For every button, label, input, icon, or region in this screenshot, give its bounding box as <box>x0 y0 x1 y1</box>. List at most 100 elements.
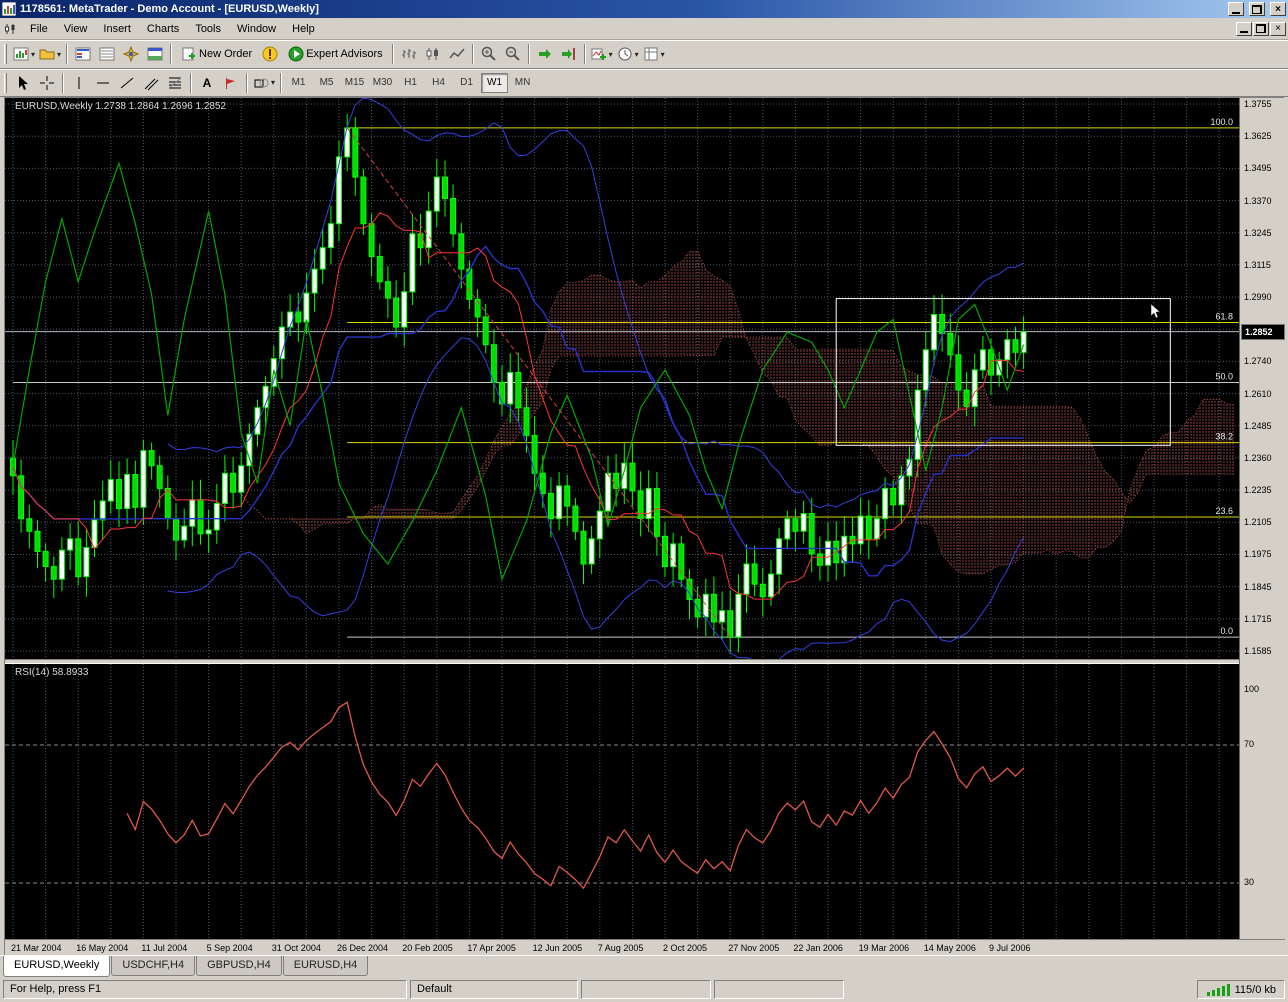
svg-text:100.0: 100.0 <box>1210 117 1233 127</box>
navigator-button[interactable] <box>119 43 143 65</box>
traffic-label: 115/0 kb <box>1235 984 1276 996</box>
fibonacci-icon <box>167 75 183 91</box>
menu-view[interactable]: View <box>56 20 96 38</box>
timeframe-d1[interactable]: D1 <box>453 73 480 93</box>
expert-advisors-icon <box>288 46 304 62</box>
vertical-line-button[interactable] <box>67 72 91 94</box>
chart-tab-usdchf-h4[interactable]: USDCHF,H4 <box>111 956 195 976</box>
price-label: 1.2235 <box>1244 485 1272 495</box>
standard-toolbar: ▾ ▾ New Order Expert Advisors ▾ ▾ ▾ <box>0 40 1288 69</box>
text-button[interactable]: A <box>195 72 219 94</box>
toolbar-separator <box>584 44 586 64</box>
templates-icon <box>643 46 659 62</box>
restore-button[interactable] <box>1249 2 1265 16</box>
menu-charts[interactable]: Charts <box>139 20 187 38</box>
price-scale[interactable]: 1.37551.36251.34951.33701.32451.31151.29… <box>1239 98 1285 939</box>
chart-tab-eurusd-h4[interactable]: EURUSD,H4 <box>283 956 369 976</box>
menu-insert[interactable]: Insert <box>95 20 139 38</box>
line-studies-toolbar: A ▾ M1M5M15M30H1H4D1W1MN <box>0 69 1288 97</box>
fibonacci-button[interactable] <box>163 72 187 94</box>
metaeditor-button[interactable] <box>258 43 282 65</box>
toolbar-separator <box>66 44 68 64</box>
toolbar-separator <box>62 73 64 93</box>
periods-button[interactable]: ▾ <box>615 43 641 65</box>
svg-text:38.2: 38.2 <box>1215 432 1233 442</box>
price-label: 1.2610 <box>1244 389 1272 399</box>
status-empty-1 <box>581 980 711 999</box>
templates-button[interactable]: ▾ <box>641 43 667 65</box>
timeframe-m5[interactable]: M5 <box>313 73 340 93</box>
chart-tabs: EURUSD,WeeklyUSDCHF,H4GBPUSD,H4EURUSD,H4 <box>0 955 1288 977</box>
toolbar-separator <box>528 44 530 64</box>
chart-tab-eurusd-weekly[interactable]: EURUSD,Weekly <box>3 956 110 977</box>
time-label: 2 Oct 2005 <box>663 943 707 953</box>
timeframe-w1[interactable]: W1 <box>481 73 508 93</box>
line-chart-button[interactable] <box>445 43 469 65</box>
auto-scroll-button[interactable] <box>533 43 557 65</box>
profiles-button[interactable]: ▾ <box>37 43 63 65</box>
mdi-minimize-button[interactable] <box>1236 22 1252 36</box>
channel-button[interactable] <box>139 72 163 94</box>
timeframe-h1[interactable]: H1 <box>397 73 424 93</box>
bar-chart-button[interactable] <box>397 43 421 65</box>
chart-shift-icon <box>561 46 577 62</box>
timeframe-m1[interactable]: M1 <box>285 73 312 93</box>
timeframe-m15[interactable]: M15 <box>341 73 368 93</box>
minimize-button[interactable] <box>1228 2 1244 16</box>
chart-info: EURUSD,Weekly 1.2738 1.2864 1.2696 1.285… <box>15 101 226 112</box>
menu-file[interactable]: File <box>22 20 56 38</box>
menu-help[interactable]: Help <box>284 20 323 38</box>
trendline-icon <box>119 75 135 91</box>
chart-region: 100.061.850.038.223.60.0 EURUSD,Weekly 1… <box>4 97 1284 955</box>
terminal-button[interactable] <box>143 43 167 65</box>
cursor-icon <box>15 75 31 91</box>
toolbar-grip[interactable] <box>4 44 7 64</box>
cursor-button[interactable] <box>11 72 35 94</box>
candlestick-chart-button[interactable] <box>421 43 445 65</box>
expert-advisors-button[interactable]: Expert Advisors <box>282 43 388 65</box>
vertical-line-icon <box>71 75 87 91</box>
chart-tab-gbpusd-h4[interactable]: GBPUSD,H4 <box>196 956 282 976</box>
timeframe-m30[interactable]: M30 <box>369 73 396 93</box>
time-label: 11 Jul 2004 <box>141 943 187 953</box>
menu-tools[interactable]: Tools <box>187 20 229 38</box>
toolbar-grip[interactable] <box>4 73 7 93</box>
toolbar-separator <box>472 44 474 64</box>
minimize-icon <box>1232 12 1240 14</box>
profiles-icon <box>39 46 55 62</box>
new-chart-button[interactable]: ▾ <box>11 43 37 65</box>
horizontal-line-button[interactable] <box>91 72 115 94</box>
indicators-button[interactable]: ▾ <box>589 43 615 65</box>
price-chart[interactable]: 100.061.850.038.223.60.0 <box>5 98 1239 659</box>
arrows-button[interactable] <box>219 72 243 94</box>
time-label: 21 Mar 2004 <box>11 943 62 953</box>
timeframe-h4[interactable]: H4 <box>425 73 452 93</box>
time-axis[interactable]: 21 Mar 200416 May 200411 Jul 20045 Sep 2… <box>5 939 1285 956</box>
svg-text:0.0: 0.0 <box>1220 626 1233 636</box>
trendline-button[interactable] <box>115 72 139 94</box>
crosshair-icon <box>39 75 55 91</box>
rsi-pane[interactable] <box>5 664 1239 939</box>
chart-shift-button[interactable] <box>557 43 581 65</box>
expert-advisors-label: Expert Advisors <box>306 48 382 60</box>
market-watch-button[interactable] <box>71 43 95 65</box>
status-bar: For Help, press F1 Default 115/0 kb <box>0 977 1288 1002</box>
mdi-restore-button[interactable] <box>1253 22 1269 36</box>
timeframes-toolbar: M1M5M15M30H1H4D1W1MN <box>285 73 536 93</box>
new-order-button[interactable]: New Order <box>175 43 258 65</box>
clock-icon <box>617 46 633 62</box>
menu-bar: FileViewInsertChartsToolsWindowHelp × <box>0 18 1288 40</box>
status-profile[interactable]: Default <box>410 980 578 999</box>
price-label: 1.2105 <box>1244 517 1272 527</box>
shapes-button[interactable]: ▾ <box>251 72 277 94</box>
crosshair-button[interactable] <box>35 72 59 94</box>
zoom-in-button[interactable] <box>477 43 501 65</box>
timeframe-mn[interactable]: MN <box>509 73 536 93</box>
price-label: 1.3115 <box>1244 260 1271 270</box>
mdi-close-button[interactable]: × <box>1270 22 1286 36</box>
menu-window[interactable]: Window <box>229 20 284 38</box>
toolbar-separator <box>190 73 192 93</box>
zoom-out-button[interactable] <box>501 43 525 65</box>
close-button[interactable]: × <box>1270 2 1286 16</box>
data-window-button[interactable] <box>95 43 119 65</box>
